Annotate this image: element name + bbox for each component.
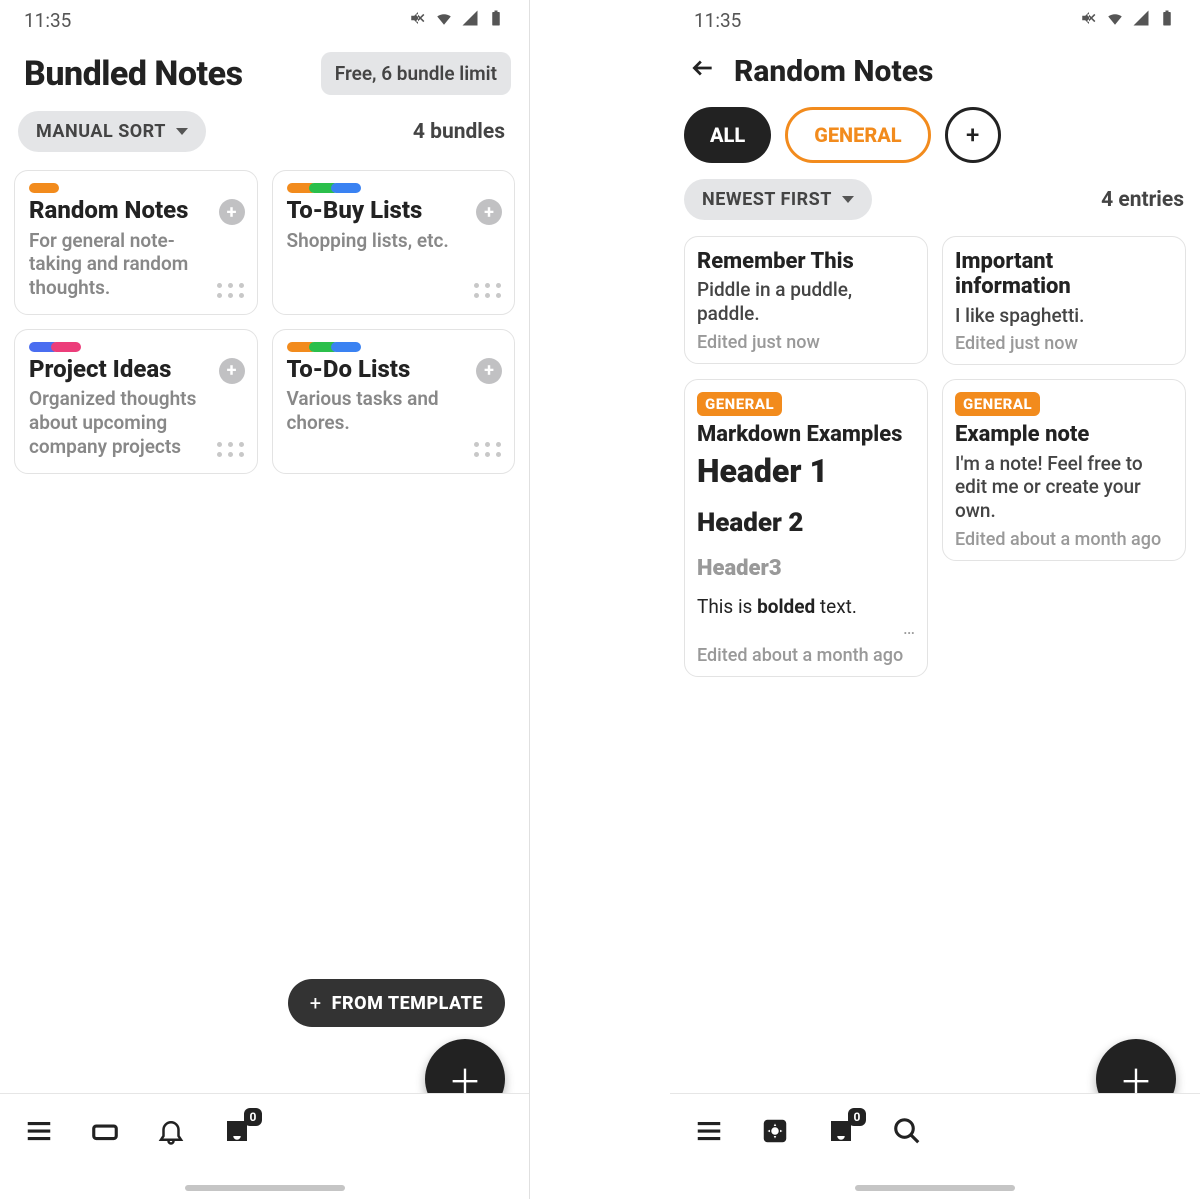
bundle-desc: Shopping lists, etc. xyxy=(287,229,501,253)
md-h2: Header 2 xyxy=(697,508,915,538)
bell-icon[interactable] xyxy=(156,1116,186,1146)
entry-time: Edited about a month ago xyxy=(955,529,1173,550)
page-title: Bundled Notes xyxy=(24,54,243,94)
status-icons xyxy=(409,9,505,32)
inbox-icon[interactable]: 0 xyxy=(826,1116,856,1146)
back-button[interactable] xyxy=(690,55,716,88)
bundle-card[interactable]: Project Ideas Organized thoughts about u… xyxy=(14,329,258,474)
add-filter-button[interactable]: + xyxy=(945,107,1001,163)
status-icons xyxy=(1080,9,1176,32)
status-time: 11:35 xyxy=(24,9,71,32)
md-text: This is bolded text. xyxy=(697,595,915,618)
entry-card[interactable]: Important information I like spaghetti. Ed… xyxy=(942,236,1186,365)
signal-icon xyxy=(461,9,479,32)
drag-handle[interactable] xyxy=(474,283,502,298)
bundle-title: Project Ideas xyxy=(29,356,243,384)
filter-all[interactable]: ALL xyxy=(684,107,771,163)
tag-badge: GENERAL xyxy=(955,392,1040,416)
status-bar: 11:35 xyxy=(0,0,529,40)
inbox-icon[interactable]: 0 xyxy=(222,1116,252,1146)
from-template-button[interactable]: + FROM TEMPLATE xyxy=(288,979,505,1027)
battery-icon xyxy=(487,9,505,32)
entry-time: Edited just now xyxy=(697,332,915,353)
ellipsis-icon: … xyxy=(697,618,915,639)
menu-icon[interactable] xyxy=(24,1116,54,1146)
menu-icon[interactable] xyxy=(694,1116,724,1146)
bundle-desc: Organized thoughts about upcoming compan… xyxy=(29,387,243,458)
bundle-title: Random Notes xyxy=(29,197,243,225)
settings-icon[interactable] xyxy=(760,1116,790,1146)
bundle-title: To-Buy Lists xyxy=(287,197,501,225)
plus-icon: + xyxy=(310,991,322,1015)
sort-label: MANUAL SORT xyxy=(36,121,166,142)
color-pills xyxy=(29,342,243,352)
filter-general[interactable]: GENERAL xyxy=(785,107,930,163)
chevron-down-icon xyxy=(176,128,188,135)
mute-icon xyxy=(409,9,427,32)
wifi-icon xyxy=(435,9,453,32)
free-tier-chip[interactable]: Free, 6 bundle limit xyxy=(321,52,511,95)
battery-icon xyxy=(1158,9,1176,32)
status-time: 11:35 xyxy=(694,9,741,32)
chevron-down-icon xyxy=(842,196,854,203)
bundle-title: To-Do Lists xyxy=(287,356,501,384)
entry-title: Example note xyxy=(955,422,1173,447)
entry-card[interactable]: GENERAL Markdown Examples Header 1 Header 2… xyxy=(684,379,928,676)
quick-add-button[interactable]: + xyxy=(219,199,245,225)
signal-icon xyxy=(1132,9,1150,32)
entry-title: Important information xyxy=(955,249,1173,300)
sort-label: NEWEST FIRST xyxy=(702,189,832,210)
wifi-icon xyxy=(1106,9,1124,32)
bundle-desc: Various tasks and chores. xyxy=(287,387,501,435)
mute-icon xyxy=(1080,9,1098,32)
entry-title: Remember This xyxy=(697,249,915,274)
entry-time: Edited about a month ago xyxy=(697,645,915,666)
entry-title: Markdown Examples xyxy=(697,422,915,447)
bottom-nav: 0 xyxy=(0,1093,529,1199)
entry-body: I'm a note! Feel free to edit me or crea… xyxy=(955,452,1173,523)
entry-time: Edited just now xyxy=(955,333,1173,354)
md-h3: Header3 xyxy=(697,556,915,581)
bundles-count: 4 bundles xyxy=(413,120,505,144)
bottom-nav: 0 xyxy=(670,1093,1200,1199)
entry-card[interactable]: GENERAL Example note I'm a note! Feel free… xyxy=(942,379,1186,561)
tag-badge: GENERAL xyxy=(697,392,782,416)
inbox-badge: 0 xyxy=(848,1108,866,1126)
entry-body: I like spaghetti. xyxy=(955,304,1173,328)
bundle-card[interactable]: Random Notes For general note-taking and… xyxy=(14,170,258,315)
inbox-badge: 0 xyxy=(244,1108,262,1126)
drag-handle[interactable] xyxy=(217,442,245,457)
color-pills xyxy=(29,183,243,193)
md-h1: Header 1 xyxy=(697,452,915,490)
color-pills xyxy=(287,183,501,193)
bundle-card[interactable]: To-Do Lists Various tasks and chores. + xyxy=(272,329,516,474)
card-icon[interactable] xyxy=(90,1116,120,1146)
status-bar: 11:35 xyxy=(670,0,1200,40)
quick-add-button[interactable]: + xyxy=(219,358,245,384)
from-template-label: FROM TEMPLATE xyxy=(332,993,483,1014)
search-icon[interactable] xyxy=(892,1116,922,1146)
entries-count: 4 entries xyxy=(1101,188,1184,212)
page-title: Random Notes xyxy=(734,54,933,89)
sort-dropdown[interactable]: MANUAL SORT xyxy=(18,111,206,152)
entry-body: Piddle in a puddle, paddle. xyxy=(697,278,915,326)
entry-card[interactable]: Remember This Piddle in a puddle, paddle.… xyxy=(684,236,928,364)
home-indicator xyxy=(185,1185,345,1191)
bundle-desc: For general note-taking and random thoug… xyxy=(29,229,243,300)
drag-handle[interactable] xyxy=(474,442,502,457)
quick-add-button[interactable]: + xyxy=(476,358,502,384)
color-pills xyxy=(287,342,501,352)
quick-add-button[interactable]: + xyxy=(476,199,502,225)
drag-handle[interactable] xyxy=(217,283,245,298)
bundle-card[interactable]: To-Buy Lists Shopping lists, etc. + xyxy=(272,170,516,315)
home-indicator xyxy=(855,1185,1015,1191)
sort-dropdown[interactable]: NEWEST FIRST xyxy=(684,179,872,220)
